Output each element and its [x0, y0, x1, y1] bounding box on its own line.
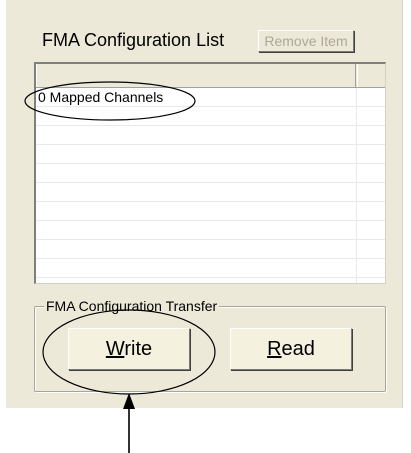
read-access-key: R — [267, 338, 282, 360]
list-item[interactable]: 0 Mapped Channels — [36, 88, 385, 107]
listview-header — [36, 64, 385, 88]
write-access-key: W — [105, 338, 125, 360]
list-item[interactable] — [36, 259, 385, 278]
list-item-label: 0 Mapped Channels — [38, 89, 164, 105]
list-item[interactable] — [36, 164, 385, 183]
listview-column-header-1[interactable] — [36, 64, 356, 87]
list-item[interactable] — [36, 240, 385, 259]
read-label: ead — [281, 338, 315, 360]
configuration-list-title: FMA Configuration List — [42, 30, 225, 50]
list-item[interactable] — [36, 221, 385, 240]
transfer-group-label: FMA Configuration Transfer — [44, 298, 220, 314]
write-label: rite — [124, 338, 153, 360]
read-button[interactable]: Read — [230, 328, 352, 370]
list-item[interactable] — [36, 202, 385, 221]
listview-column-header-2[interactable] — [357, 64, 385, 87]
write-button[interactable]: Write — [68, 328, 190, 370]
remove-item-button[interactable]: Remove Item — [258, 30, 354, 52]
list-item[interactable] — [36, 183, 385, 202]
list-item[interactable] — [36, 126, 385, 145]
list-item[interactable] — [36, 107, 385, 126]
list-item[interactable] — [36, 145, 385, 164]
configuration-listview[interactable]: 0 Mapped Channels — [34, 62, 386, 284]
